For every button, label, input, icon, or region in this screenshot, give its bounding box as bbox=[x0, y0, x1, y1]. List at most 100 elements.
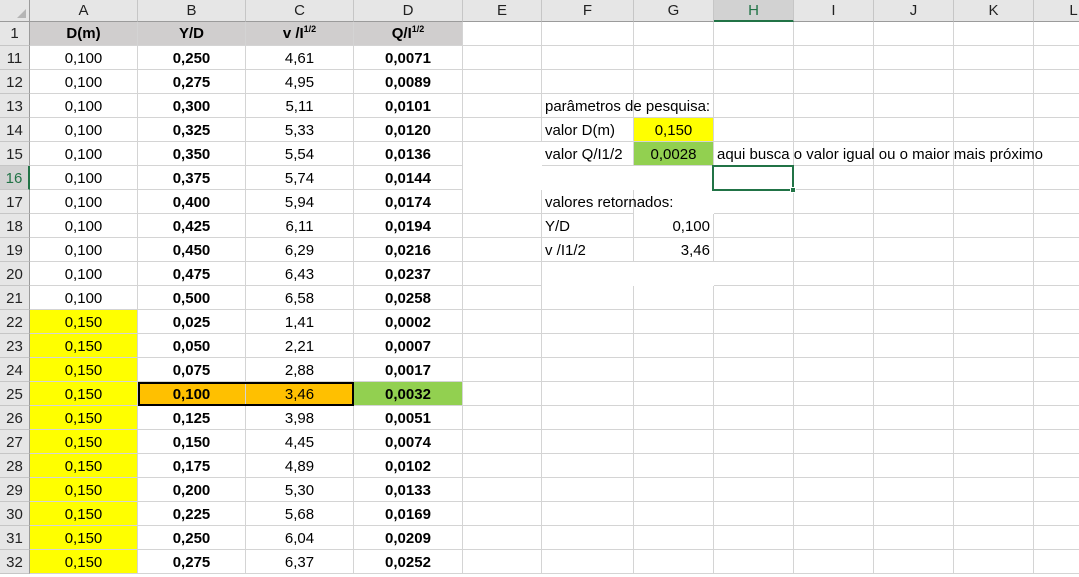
row-header-16[interactable]: 16 bbox=[0, 166, 30, 190]
empty-cell[interactable] bbox=[954, 478, 1034, 502]
empty-cell[interactable] bbox=[794, 46, 874, 70]
empty-cell[interactable] bbox=[1034, 478, 1079, 502]
cell-d18[interactable]: 0,0194 bbox=[354, 214, 463, 238]
empty-cell[interactable] bbox=[714, 214, 794, 238]
cell-c31[interactable]: 6,04 bbox=[246, 526, 354, 550]
empty-cell[interactable] bbox=[794, 286, 874, 310]
cell-b16[interactable]: 0,375 bbox=[138, 166, 246, 190]
cell-d28[interactable]: 0,0102 bbox=[354, 454, 463, 478]
empty-cell[interactable] bbox=[463, 358, 542, 382]
empty-cell[interactable] bbox=[954, 94, 1034, 118]
empty-cell[interactable] bbox=[1034, 358, 1079, 382]
empty-cell[interactable] bbox=[874, 46, 954, 70]
empty-cell[interactable] bbox=[1034, 382, 1079, 406]
empty-cell[interactable] bbox=[794, 502, 874, 526]
empty-cell[interactable] bbox=[714, 238, 794, 262]
cell-a26[interactable]: 0,150 bbox=[30, 406, 138, 430]
empty-cell[interactable] bbox=[714, 190, 794, 214]
empty-cell[interactable] bbox=[714, 406, 794, 430]
empty-cell[interactable] bbox=[794, 478, 874, 502]
row-header-28[interactable]: 28 bbox=[0, 454, 30, 478]
empty-cell[interactable] bbox=[874, 118, 954, 142]
empty-cell[interactable] bbox=[874, 406, 954, 430]
cell-c29[interactable]: 5,30 bbox=[246, 478, 354, 502]
cell-b17[interactable]: 0,400 bbox=[138, 190, 246, 214]
empty-cell[interactable] bbox=[874, 262, 954, 286]
cell-a32[interactable]: 0,150 bbox=[30, 550, 138, 574]
cell-b26[interactable]: 0,125 bbox=[138, 406, 246, 430]
empty-cell[interactable] bbox=[874, 454, 954, 478]
cell-c13[interactable]: 5,11 bbox=[246, 94, 354, 118]
row-header-32[interactable]: 32 bbox=[0, 550, 30, 574]
q-value-label[interactable]: valor Q/I1/2 bbox=[542, 142, 634, 166]
empty-cell[interactable] bbox=[954, 22, 1034, 46]
cell-b13[interactable]: 0,300 bbox=[138, 94, 246, 118]
cell-b21[interactable]: 0,500 bbox=[138, 286, 246, 310]
cell-c12[interactable]: 4,95 bbox=[246, 70, 354, 94]
cell-d22[interactable]: 0,0002 bbox=[354, 310, 463, 334]
empty-cell[interactable] bbox=[542, 502, 634, 526]
empty-cell[interactable] bbox=[463, 214, 542, 238]
fill-handle[interactable] bbox=[790, 187, 796, 193]
empty-cell[interactable] bbox=[954, 550, 1034, 574]
empty-cell[interactable] bbox=[714, 286, 794, 310]
returned-title[interactable]: valores retornados: bbox=[542, 190, 673, 214]
cell-d16[interactable]: 0,0144 bbox=[354, 166, 463, 190]
empty-cell[interactable] bbox=[1034, 190, 1079, 214]
empty-cell[interactable] bbox=[634, 70, 714, 94]
cell-d11[interactable]: 0,0071 bbox=[354, 46, 463, 70]
cell-a18[interactable]: 0,100 bbox=[30, 214, 138, 238]
empty-cell[interactable] bbox=[634, 406, 714, 430]
cell-a20[interactable]: 0,100 bbox=[30, 262, 138, 286]
empty-cell[interactable] bbox=[463, 502, 542, 526]
empty-cell[interactable] bbox=[634, 358, 714, 382]
empty-cell[interactable] bbox=[463, 118, 542, 142]
cell-b12[interactable]: 0,275 bbox=[138, 70, 246, 94]
cell-d14[interactable]: 0,0120 bbox=[354, 118, 463, 142]
empty-cell[interactable] bbox=[874, 214, 954, 238]
empty-cell[interactable] bbox=[954, 382, 1034, 406]
empty-cell[interactable] bbox=[1034, 310, 1079, 334]
cell-a17[interactable]: 0,100 bbox=[30, 190, 138, 214]
empty-cell[interactable] bbox=[954, 454, 1034, 478]
d-value-label[interactable]: valor D(m) bbox=[542, 118, 634, 142]
params-title[interactable]: parâmetros de pesquisa: bbox=[542, 94, 710, 118]
empty-cell[interactable] bbox=[794, 430, 874, 454]
empty-cell[interactable] bbox=[1034, 94, 1079, 118]
empty-cell[interactable] bbox=[874, 190, 954, 214]
cell-b28[interactable]: 0,175 bbox=[138, 454, 246, 478]
cell-c24[interactable]: 2,88 bbox=[246, 358, 354, 382]
empty-cell[interactable] bbox=[463, 286, 542, 310]
empty-cell[interactable] bbox=[542, 310, 634, 334]
cell-b14[interactable]: 0,325 bbox=[138, 118, 246, 142]
empty-cell[interactable] bbox=[954, 502, 1034, 526]
empty-cell[interactable] bbox=[954, 526, 1034, 550]
column-header-i[interactable]: I bbox=[794, 0, 874, 22]
cell-d26[interactable]: 0,0051 bbox=[354, 406, 463, 430]
empty-cell[interactable] bbox=[874, 502, 954, 526]
cell-b27[interactable]: 0,150 bbox=[138, 430, 246, 454]
empty-cell[interactable] bbox=[714, 358, 794, 382]
cell-a21[interactable]: 0,100 bbox=[30, 286, 138, 310]
v-label[interactable]: v /I1/2 bbox=[542, 238, 634, 262]
empty-cell[interactable] bbox=[1034, 286, 1079, 310]
column-header-h[interactable]: H bbox=[714, 0, 794, 22]
empty-cell[interactable] bbox=[874, 286, 954, 310]
column-header-l[interactable]: L bbox=[1034, 0, 1079, 22]
empty-cell[interactable] bbox=[794, 70, 874, 94]
empty-cell[interactable] bbox=[874, 430, 954, 454]
empty-cell[interactable] bbox=[1034, 526, 1079, 550]
row-header-1[interactable]: 1 bbox=[0, 22, 30, 46]
cell-b31[interactable]: 0,250 bbox=[138, 526, 246, 550]
empty-cell[interactable] bbox=[463, 262, 542, 286]
empty-cell[interactable] bbox=[1034, 454, 1079, 478]
header-cell-d[interactable]: Q/I1/2 bbox=[354, 22, 463, 46]
empty-cell[interactable] bbox=[463, 526, 542, 550]
empty-cell[interactable] bbox=[954, 262, 1034, 286]
empty-cell[interactable] bbox=[634, 454, 714, 478]
cell-a29[interactable]: 0,150 bbox=[30, 478, 138, 502]
empty-cell[interactable] bbox=[714, 550, 794, 574]
column-header-a[interactable]: A bbox=[30, 0, 138, 22]
empty-cell[interactable] bbox=[1034, 334, 1079, 358]
v-result[interactable]: 3,46 bbox=[634, 238, 714, 262]
